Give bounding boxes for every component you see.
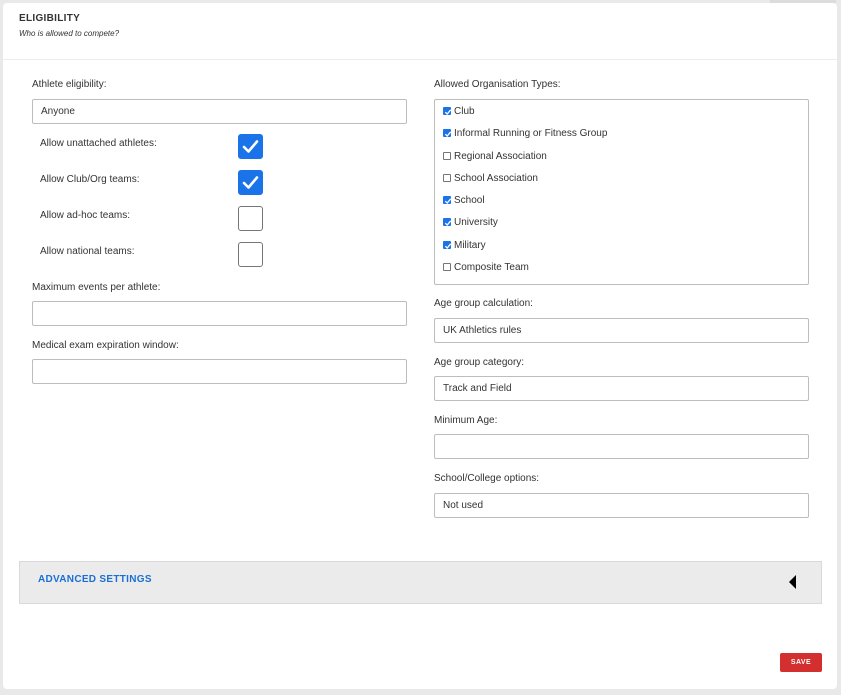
- org-type-checkbox[interactable]: [443, 107, 452, 115]
- checkmark-icon: [444, 109, 452, 115]
- athlete-eligibility-select[interactable]: Anyone: [32, 99, 407, 124]
- toggle-label-ad-hoc: Allow ad-hoc teams:: [40, 210, 131, 221]
- org-type-checkbox[interactable]: [443, 218, 452, 226]
- org-type-checkbox[interactable]: [443, 196, 452, 204]
- eligibility-card: ELIGIBILITY Who is allowed to compete? A…: [3, 3, 837, 689]
- toggle-label-unattached: Allow unattached athletes:: [40, 138, 157, 149]
- max-events-input[interactable]: [32, 301, 407, 326]
- athlete-eligibility-label: Athlete eligibility:: [32, 79, 107, 90]
- caret-left-icon: [789, 575, 796, 589]
- org-type-label: Regional Association: [454, 151, 547, 162]
- toggle-label-national: Allow national teams:: [40, 246, 135, 257]
- school-options-select[interactable]: Not used: [434, 493, 809, 518]
- checkmark-icon: [242, 176, 259, 189]
- min-age-label: Minimum Age:: [434, 415, 498, 426]
- save-button[interactable]: SAVE: [780, 653, 822, 672]
- min-age-input[interactable]: [434, 434, 809, 459]
- school-options-label: School/College options:: [434, 473, 540, 484]
- checkmark-icon: [444, 220, 452, 226]
- age-calc-label: Age group calculation:: [434, 298, 533, 309]
- medical-exam-label: Medical exam expiration window:: [32, 340, 179, 351]
- allow-unattached-checkbox[interactable]: [238, 134, 263, 159]
- allow-ad-hoc-checkbox[interactable]: [238, 206, 263, 231]
- org-type-label: School Association: [454, 173, 538, 184]
- org-type-checkbox[interactable]: [443, 174, 451, 182]
- org-type-checkbox[interactable]: [443, 263, 451, 271]
- checkmark-icon: [444, 198, 452, 204]
- org-type-checkbox[interactable]: [443, 241, 452, 249]
- card-header: ELIGIBILITY Who is allowed to compete?: [3, 3, 837, 60]
- org-type-label: University: [454, 217, 498, 228]
- checkmark-icon: [444, 131, 452, 137]
- checkmark-icon: [242, 140, 259, 153]
- org-types-list: Club Informal Running or Fitness Group R…: [434, 99, 809, 285]
- age-category-label: Age group category:: [434, 357, 525, 368]
- toggle-label-club-org: Allow Club/Org teams:: [40, 174, 140, 185]
- age-calc-select[interactable]: UK Athletics rules: [434, 318, 809, 343]
- page-subtitle: Who is allowed to compete?: [19, 29, 120, 38]
- advanced-settings-label: ADVANCED SETTINGS: [38, 574, 152, 585]
- page-title: ELIGIBILITY: [19, 13, 81, 24]
- checkmark-icon: [444, 243, 452, 249]
- allow-club-org-checkbox[interactable]: [238, 170, 263, 195]
- org-types-label: Allowed Organisation Types:: [434, 79, 561, 90]
- medical-exam-input[interactable]: [32, 359, 407, 384]
- org-type-label: Informal Running or Fitness Group: [454, 128, 608, 139]
- org-type-checkbox[interactable]: [443, 129, 452, 137]
- org-type-checkbox[interactable]: [443, 152, 451, 160]
- org-type-label: School: [454, 195, 485, 206]
- org-type-label: Military: [454, 240, 486, 251]
- max-events-label: Maximum events per athlete:: [32, 282, 161, 293]
- allow-national-checkbox[interactable]: [238, 242, 263, 267]
- advanced-settings-toggle[interactable]: ADVANCED SETTINGS: [19, 561, 822, 604]
- org-type-label: Composite Team: [454, 262, 529, 273]
- age-category-select[interactable]: Track and Field: [434, 376, 809, 401]
- org-type-label: Club: [454, 106, 475, 117]
